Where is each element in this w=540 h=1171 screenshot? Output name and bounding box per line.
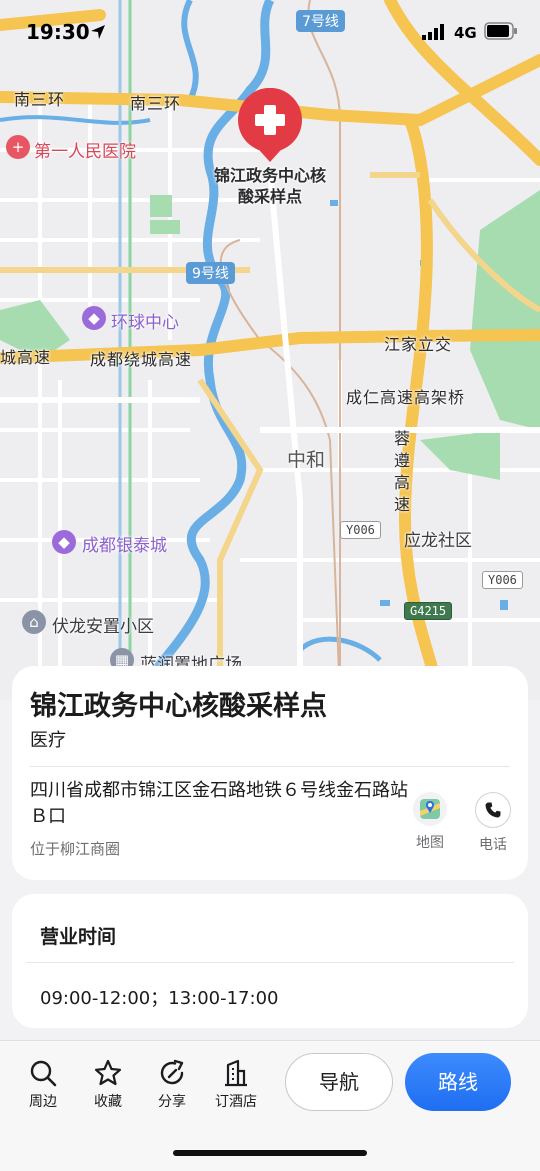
road-shield-y006: Y006 [482, 571, 523, 589]
status-time: 19:30 [26, 20, 90, 44]
location-arrow-icon [91, 25, 105, 39]
divider [30, 766, 510, 767]
road-label-nansanhuan: 南三环 [14, 90, 66, 109]
road-label-nansanhuan: 南三环 [130, 94, 182, 113]
phone-button[interactable]: 电话 [468, 792, 518, 854]
shopping-icon[interactable]: ◆ [82, 306, 106, 330]
battery-icon [484, 22, 517, 40]
navigate-button[interactable]: 导航 [285, 1053, 393, 1111]
route-button[interactable]: 路线 [405, 1053, 511, 1111]
nearby-label: 周边 [29, 1094, 57, 1110]
share-button[interactable]: 分享 [144, 1057, 200, 1111]
hotel-label: 订酒店 [215, 1094, 257, 1110]
signal-icon [422, 24, 444, 40]
share-label: 分享 [158, 1094, 186, 1110]
residential-icon[interactable]: ⌂ [22, 610, 46, 634]
search-icon [30, 1060, 57, 1087]
place-area: 位于柳江商圈 [30, 840, 121, 858]
place-category: 医疗 [30, 730, 66, 751]
network-type: 4G [454, 24, 477, 42]
road-label-ring: 成都绕城高速 [90, 350, 193, 369]
road-label-rongzun: 蓉遵高速 [394, 429, 412, 514]
poi-fulong[interactable]: 伏龙安置小区 [52, 612, 154, 637]
road-shield-y006: Y006 [340, 521, 381, 539]
map-button-label: 地图 [416, 835, 444, 851]
place-address[interactable]: 四川省成都市锦江区金石路地铁６号线金石路站Ｂ口 [30, 778, 408, 830]
poi-yintai[interactable]: 成都银泰城 [82, 531, 167, 556]
map-button[interactable]: 地图 [405, 792, 455, 852]
nearby-button[interactable]: 周边 [15, 1057, 71, 1111]
favorite-button[interactable]: 收藏 [80, 1057, 136, 1111]
star-icon [94, 1059, 122, 1086]
place-card[interactable]: 锦江政务中心核酸采样点 医疗 四川省成都市锦江区金石路地铁６号线金石路站Ｂ口 位… [12, 666, 528, 880]
hours-value: 09:00-12:00；13:00-17:00 [40, 988, 279, 1009]
poi-huanqiu[interactable]: 环球中心 [111, 308, 179, 333]
label-yinglong: 应龙社区 [404, 531, 472, 551]
label-jiangjia: 江家立交 [384, 335, 453, 354]
pin-label: 锦江政务中心核 酸采样点 [213, 166, 326, 206]
hotel-button[interactable]: 订酒店 [208, 1057, 264, 1111]
map-canvas[interactable] [0, 0, 540, 706]
hours-title: 营业时间 [40, 926, 117, 948]
map-view[interactable]: 锦江政务中心核 酸采样点 南三环 南三环 + 第一人民医院 ◆ 环球中心 城高速… [0, 0, 540, 706]
favorite-label: 收藏 [94, 1094, 122, 1110]
road-label-ring: 城高速 [0, 348, 52, 367]
place-name: 锦江政务中心核酸采样点 [30, 691, 327, 722]
status-bar: 19:30 4G [0, 0, 540, 64]
map-pin-icon [420, 799, 440, 819]
divider [26, 962, 514, 963]
road-shield-g4215: G4215 [404, 602, 453, 620]
hours-card: 营业时间 09:00-12:00；13:00-17:00 [12, 894, 528, 1028]
home-indicator[interactable] [173, 1150, 367, 1156]
phone-icon [485, 802, 501, 818]
metro-line-9: 9号线 [186, 262, 235, 284]
shopping-icon[interactable]: ◆ [52, 530, 76, 554]
poi-hospital[interactable]: 第一人民医院 [34, 137, 136, 162]
hotel-building-icon [225, 1059, 247, 1087]
share-icon [160, 1059, 184, 1085]
district-zhonghe: 中和 [287, 449, 326, 471]
label-chengren: 成仁高速高架桥 [346, 388, 466, 407]
hospital-icon[interactable]: + [6, 135, 30, 159]
phone-button-label: 电话 [479, 837, 507, 853]
